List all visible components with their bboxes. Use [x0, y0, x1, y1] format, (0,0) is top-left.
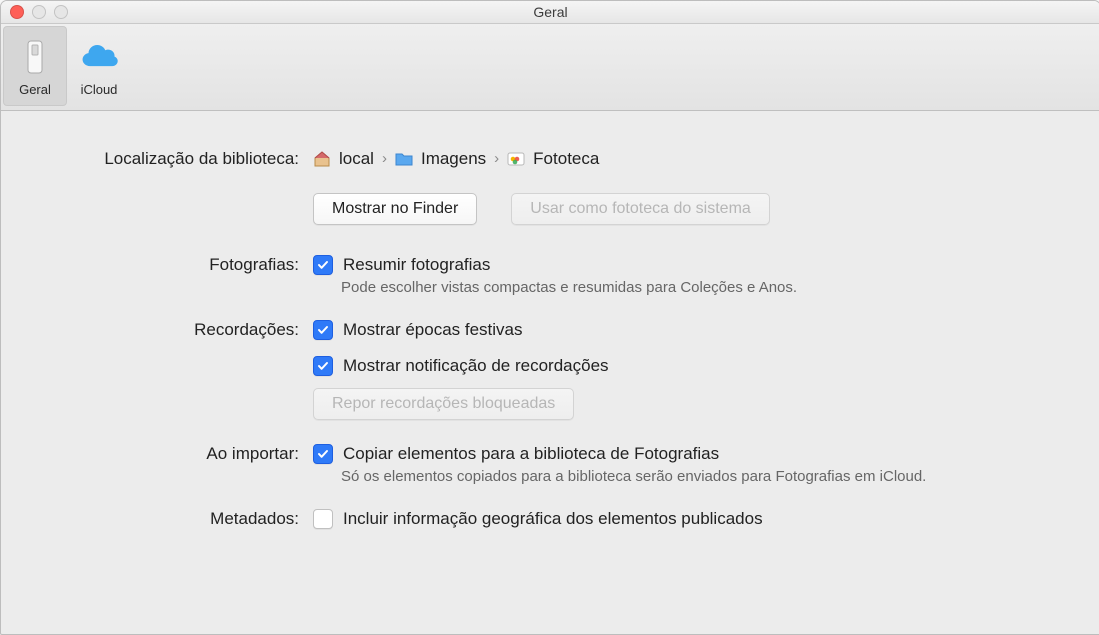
cloud-icon	[78, 36, 120, 78]
summarize-label: Resumir fotografias	[343, 253, 490, 277]
summarize-sub: Pode escolher vistas compactas e resumid…	[341, 279, 1066, 296]
zoom-icon[interactable]	[54, 5, 68, 19]
importing-label: Ao importar:	[35, 442, 313, 466]
crumb-imagens[interactable]: Imagens	[421, 147, 486, 171]
photo-lib-icon	[507, 150, 525, 168]
tab-icloud-label: iCloud	[81, 82, 118, 97]
breadcrumb: local › Imagens › Fototeca	[313, 147, 1066, 171]
copy-checkbox[interactable]: Copiar elementos para a biblioteca de Fo…	[313, 442, 1066, 466]
tab-geral-label: Geral	[19, 82, 51, 97]
checkbox-icon	[313, 320, 333, 340]
reset-memories-button: Repor recordações bloqueadas	[313, 388, 574, 420]
notifications-checkbox[interactable]: Mostrar notificação de recordações	[313, 354, 1066, 378]
switch-icon	[14, 36, 56, 78]
tab-icloud[interactable]: iCloud	[67, 26, 131, 106]
geo-label: Incluir informação geográfica dos elemen…	[343, 507, 763, 531]
checkbox-icon	[313, 509, 333, 529]
row-library: Localização da biblioteca: local › Image…	[35, 147, 1066, 225]
importing-sub: Só os elementos copiados para a bibliote…	[341, 468, 1066, 485]
summarize-checkbox[interactable]: Resumir fotografias	[313, 253, 1066, 277]
holidays-label: Mostrar épocas festivas	[343, 318, 523, 342]
window-title: Geral	[533, 4, 567, 20]
chevron-right-icon: ›	[494, 147, 499, 171]
crumb-fototeca[interactable]: Fototeca	[533, 147, 599, 171]
show-in-finder-button[interactable]: Mostrar no Finder	[313, 193, 477, 225]
row-importing: Ao importar: Copiar elementos para a bib…	[35, 442, 1066, 485]
crumb-local[interactable]: local	[339, 147, 374, 171]
row-metadata: Metadados: Incluir informação geográfica…	[35, 507, 1066, 531]
checkbox-icon	[313, 255, 333, 275]
folder-icon	[395, 150, 413, 168]
checkbox-icon	[313, 444, 333, 464]
titlebar: Geral	[1, 1, 1099, 24]
geo-checkbox[interactable]: Incluir informação geográfica dos elemen…	[313, 507, 1066, 531]
use-as-system-button: Usar como fototeca do sistema	[511, 193, 770, 225]
checkbox-icon	[313, 356, 333, 376]
tab-geral[interactable]: Geral	[3, 26, 67, 106]
toolbar: Geral iCloud	[1, 24, 1099, 111]
copy-label: Copiar elementos para a biblioteca de Fo…	[343, 442, 719, 466]
metadata-label: Metadados:	[35, 507, 313, 531]
notifications-label: Mostrar notificação de recordações	[343, 354, 609, 378]
home-icon	[313, 150, 331, 168]
photos-label: Fotografias:	[35, 253, 313, 277]
window: Geral Geral iCloud Localização da biblio	[0, 0, 1099, 635]
chevron-right-icon: ›	[382, 147, 387, 171]
memories-label: Recordações:	[35, 318, 313, 342]
content: Localização da biblioteca: local › Image…	[1, 111, 1099, 531]
row-memories: Recordações: Mostrar épocas festivas Mos…	[35, 318, 1066, 420]
holidays-checkbox[interactable]: Mostrar épocas festivas	[313, 318, 1066, 342]
library-label: Localização da biblioteca:	[35, 147, 313, 171]
close-icon[interactable]	[10, 5, 24, 19]
traffic-lights	[10, 5, 68, 19]
row-photos: Fotografias: Resumir fotografias Pode es…	[35, 253, 1066, 296]
minimize-icon[interactable]	[32, 5, 46, 19]
